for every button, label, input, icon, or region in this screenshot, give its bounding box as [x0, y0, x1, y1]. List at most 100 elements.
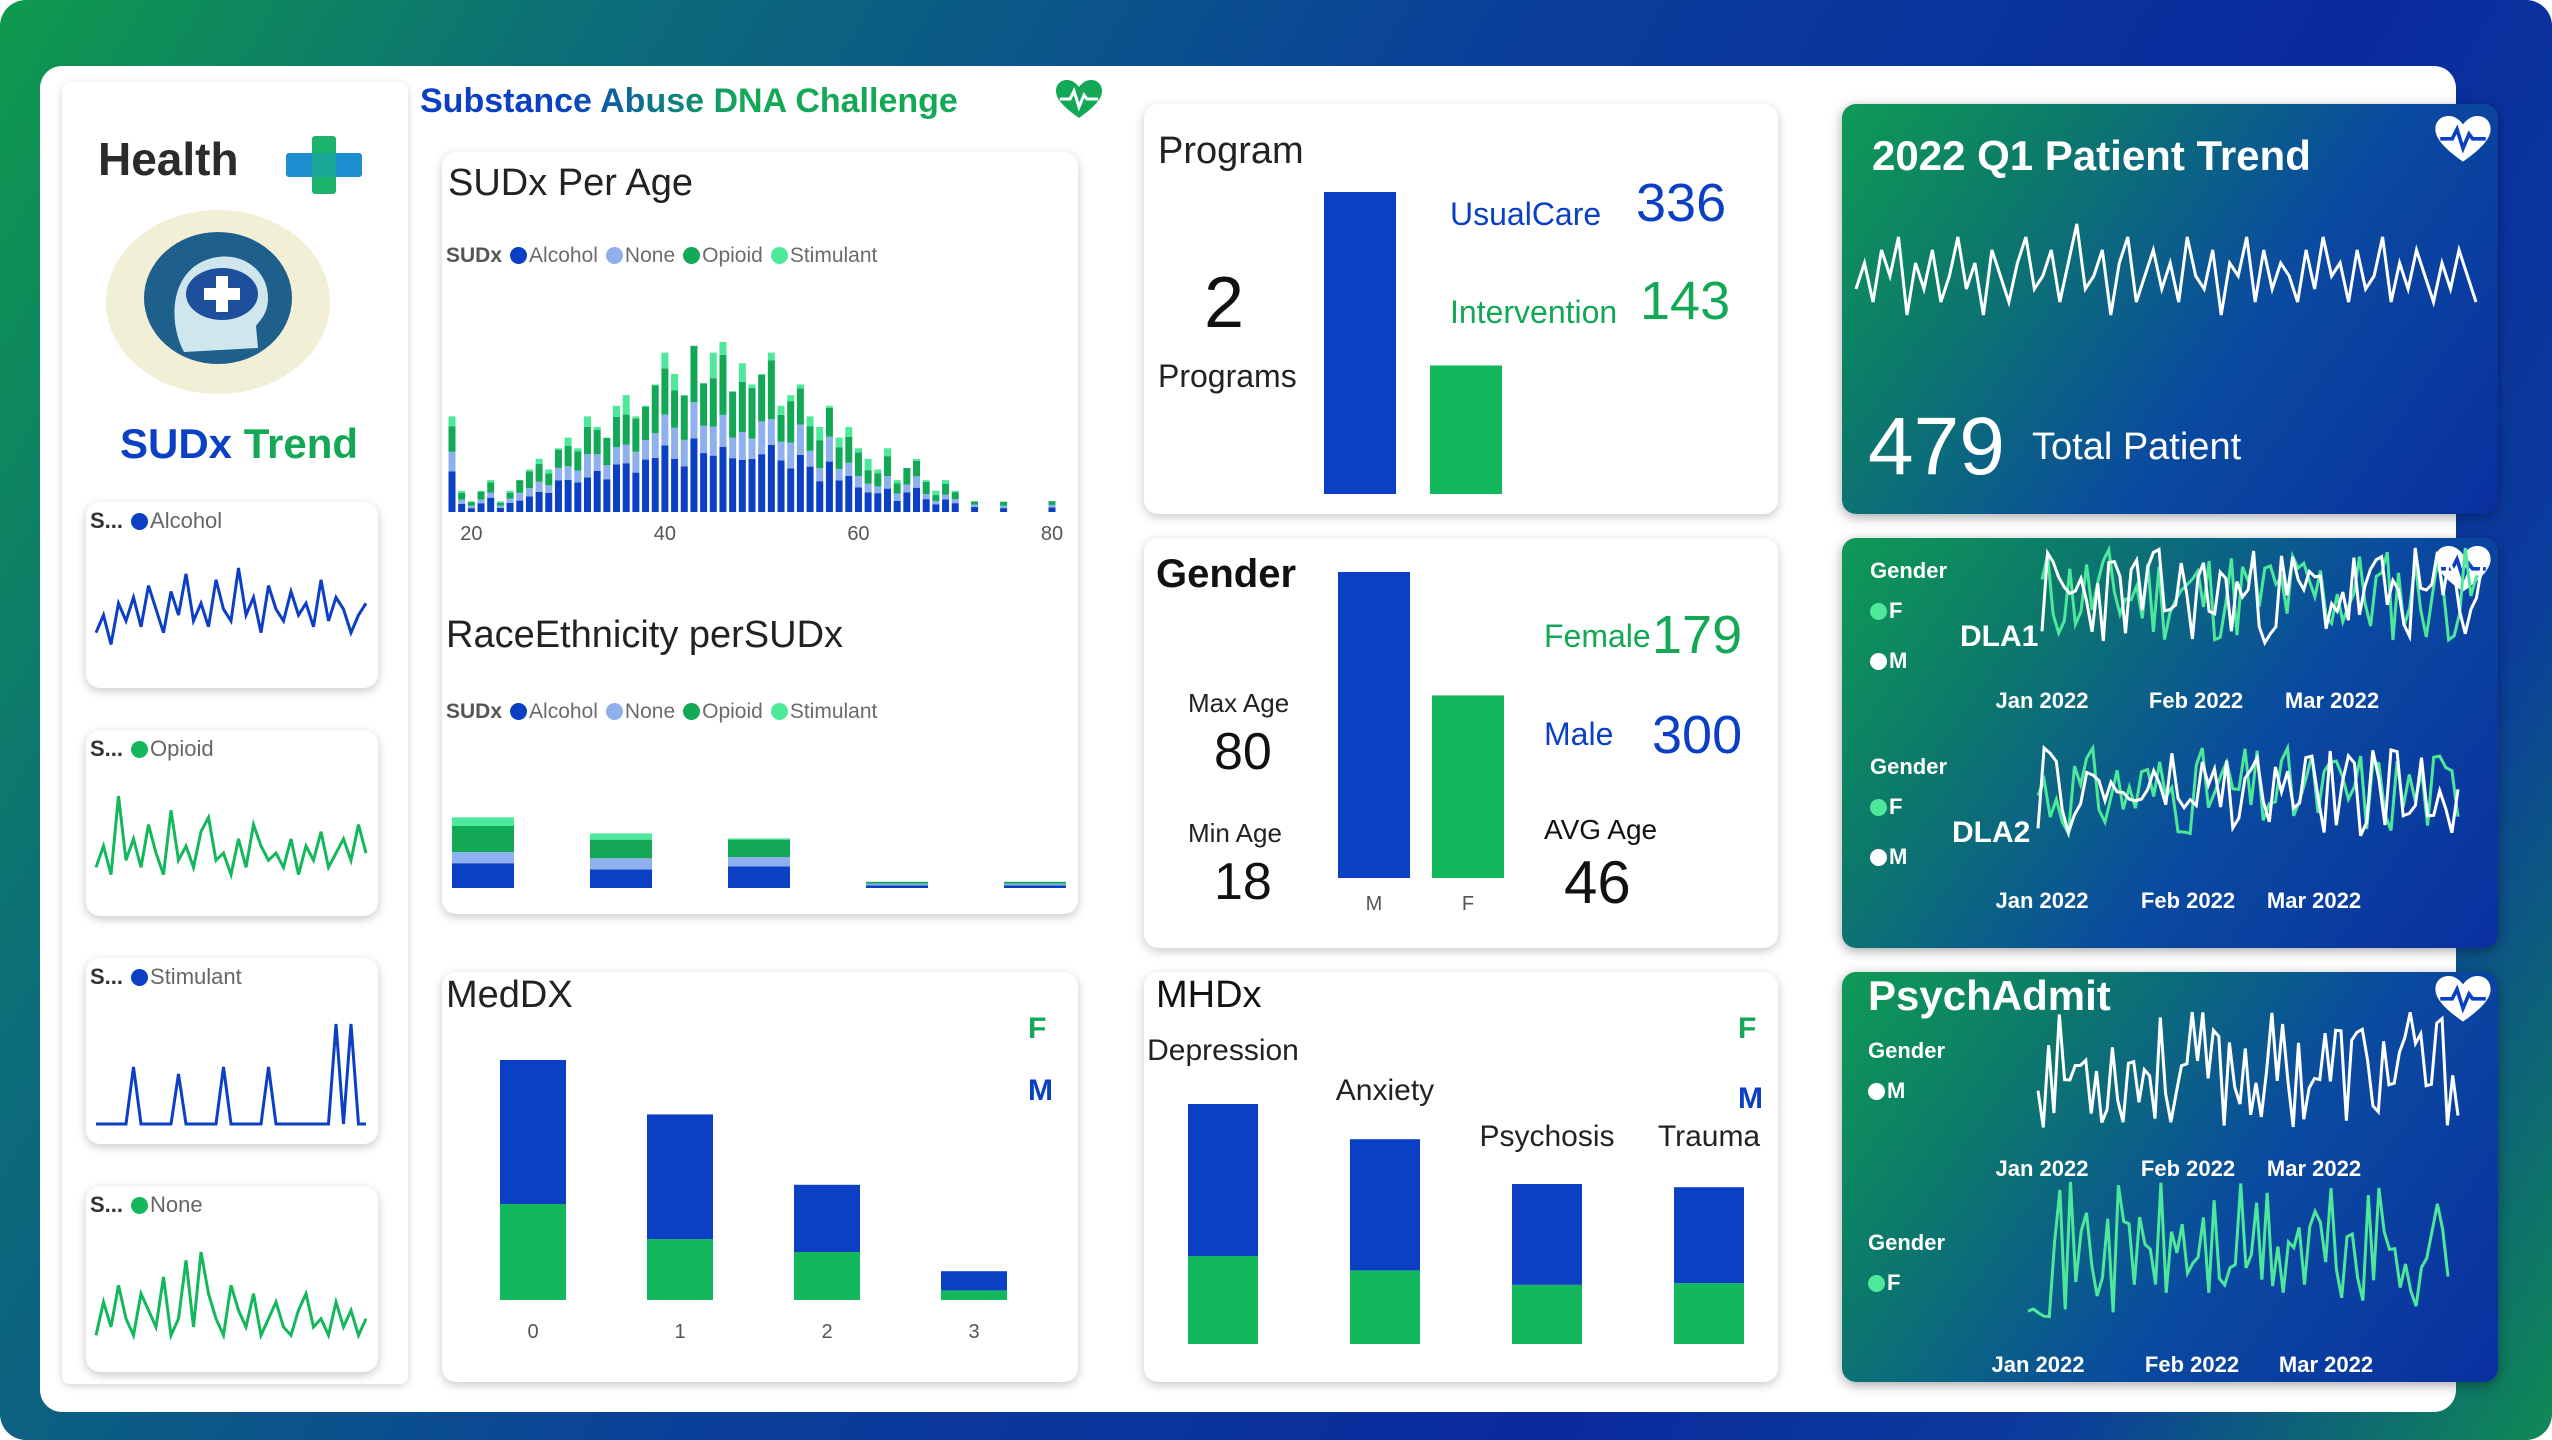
age-bar-segment[interactable] [796, 388, 804, 425]
age-bar-segment[interactable] [593, 429, 601, 455]
race-legend-none[interactable]: None [598, 700, 675, 723]
age-bar-segment[interactable] [748, 387, 756, 439]
age-bar-segment[interactable] [787, 395, 795, 402]
age-bar-segment[interactable] [506, 498, 514, 503]
race-bar-segment[interactable] [1004, 881, 1066, 884]
patient-trend-line[interactable] [1854, 223, 2482, 364]
mhdx-f-bar[interactable] [1674, 1283, 1744, 1344]
age-bar-segment[interactable] [951, 490, 959, 493]
age-bar-segment[interactable] [554, 448, 562, 450]
age-bar-segment[interactable] [632, 418, 640, 452]
age-bar-segment[interactable] [874, 473, 882, 487]
age-bar-segment[interactable] [854, 476, 862, 488]
age-bar-segment[interactable] [535, 464, 543, 482]
age-bar-segment[interactable] [738, 363, 746, 382]
age-bar-segment[interactable] [448, 416, 456, 427]
race-bar-segment[interactable] [590, 858, 652, 870]
age-bar-segment[interactable] [487, 482, 495, 493]
dla1-line-chart[interactable]: Jan 2022 Feb 2022 Mar 2022 [1996, 544, 2488, 718]
age-bar-segment[interactable] [1000, 508, 1008, 512]
age-bar-segment[interactable] [787, 468, 795, 512]
age-bar-segment[interactable] [864, 458, 872, 471]
age-bar-segment[interactable] [903, 468, 911, 485]
age-bar-segment[interactable] [622, 444, 630, 464]
age-bar-segment[interactable] [951, 492, 959, 500]
race-bar-segment[interactable] [1004, 883, 1066, 886]
age-bar-segment[interactable] [516, 492, 524, 501]
age-legend-alcohol[interactable]: Alcohol [502, 244, 598, 267]
age-bar-segment[interactable] [632, 451, 640, 473]
age-bar-segment[interactable] [835, 447, 843, 469]
age-bar-segment[interactable] [651, 433, 659, 458]
age-bar-segment[interactable] [971, 504, 979, 507]
age-bar-segment[interactable] [671, 427, 679, 459]
meddx-f-bar[interactable] [941, 1290, 1007, 1300]
age-bar-segment[interactable] [545, 469, 553, 474]
age-bar-segment[interactable] [758, 374, 766, 422]
age-bar-segment[interactable] [748, 438, 756, 459]
age-bar-segment[interactable] [574, 448, 582, 452]
age-bar-segment[interactable] [622, 463, 630, 512]
age-bar-segment[interactable] [690, 438, 698, 512]
age-bar-segment[interactable] [458, 490, 466, 493]
age-bar-segment[interactable] [903, 484, 911, 493]
mini-trend-card-alcohol[interactable]: S... Alcohol [86, 502, 378, 688]
age-bar-segment[interactable] [729, 391, 737, 438]
age-bar-segment[interactable] [671, 373, 679, 391]
age-bar-segment[interactable] [767, 360, 775, 420]
meddx-m-bar[interactable] [500, 1060, 566, 1204]
age-bar-segment[interactable] [777, 405, 785, 415]
age-bar-segment[interactable] [690, 402, 698, 439]
dla2-line-chart[interactable]: Jan 2022 Feb 2022 Mar 2022 [1996, 742, 2468, 916]
age-bar-segment[interactable] [1048, 507, 1056, 512]
age-bar-segment[interactable] [642, 405, 650, 407]
age-bar-segment[interactable] [700, 383, 708, 426]
age-bar-segment[interactable] [1000, 505, 1008, 509]
age-bar-segment[interactable] [680, 439, 688, 467]
age-bar-segment[interactable] [883, 448, 891, 457]
age-bar-segment[interactable] [574, 482, 582, 512]
age-bar-segment[interactable] [574, 451, 582, 471]
age-bar-segment[interactable] [467, 502, 475, 506]
age-bar-segment[interactable] [719, 414, 727, 448]
age-bar-segment[interactable] [709, 352, 717, 379]
age-bar-segment[interactable] [845, 476, 853, 512]
age-bar-segment[interactable] [545, 473, 553, 486]
age-bar-segment[interactable] [613, 405, 621, 417]
age-bar-segment[interactable] [554, 449, 562, 468]
age-bar-segment[interactable] [748, 458, 756, 512]
age-bar-segment[interactable] [932, 500, 940, 505]
meddx-f-bar[interactable] [647, 1239, 713, 1300]
age-bar-segment[interactable] [535, 481, 543, 492]
race-bar-segment[interactable] [728, 857, 790, 867]
age-bar-segment[interactable] [458, 499, 466, 504]
age-bar-segment[interactable] [458, 492, 466, 500]
age-bar-segment[interactable] [467, 505, 475, 509]
age-bar-segment[interactable] [942, 494, 950, 500]
age-bar-segment[interactable] [671, 458, 679, 512]
age-bar-segment[interactable] [951, 503, 959, 512]
age-bar-segment[interactable] [593, 470, 601, 512]
age-bar-segment[interactable] [903, 492, 911, 512]
age-bar-segment[interactable] [845, 427, 853, 437]
age-bar-segment[interactable] [448, 426, 456, 452]
age-bar-segment[interactable] [613, 464, 621, 512]
age-bar-segment[interactable] [700, 453, 708, 512]
age-bar-segment[interactable] [932, 495, 940, 501]
male-bar[interactable] [1338, 572, 1410, 878]
age-bar-segment[interactable] [661, 352, 669, 369]
age-bar-segment[interactable] [729, 458, 737, 512]
age-chart-svg[interactable]: 20 40 60 80 [448, 332, 1072, 572]
age-bar-segment[interactable] [651, 457, 659, 512]
age-bar-segment[interactable] [690, 345, 698, 403]
age-bar-segment[interactable] [932, 504, 940, 512]
age-bar-segment[interactable] [796, 384, 804, 389]
age-bar-segment[interactable] [448, 451, 456, 472]
race-bar-segment[interactable] [452, 852, 514, 864]
age-bar-segment[interactable] [835, 468, 843, 481]
age-bar-segment[interactable] [893, 493, 901, 501]
age-bar-segment[interactable] [632, 416, 640, 419]
age-bar-segment[interactable] [864, 483, 872, 493]
age-bar-segment[interactable] [613, 447, 621, 465]
age-bar-segment[interactable] [951, 499, 959, 504]
